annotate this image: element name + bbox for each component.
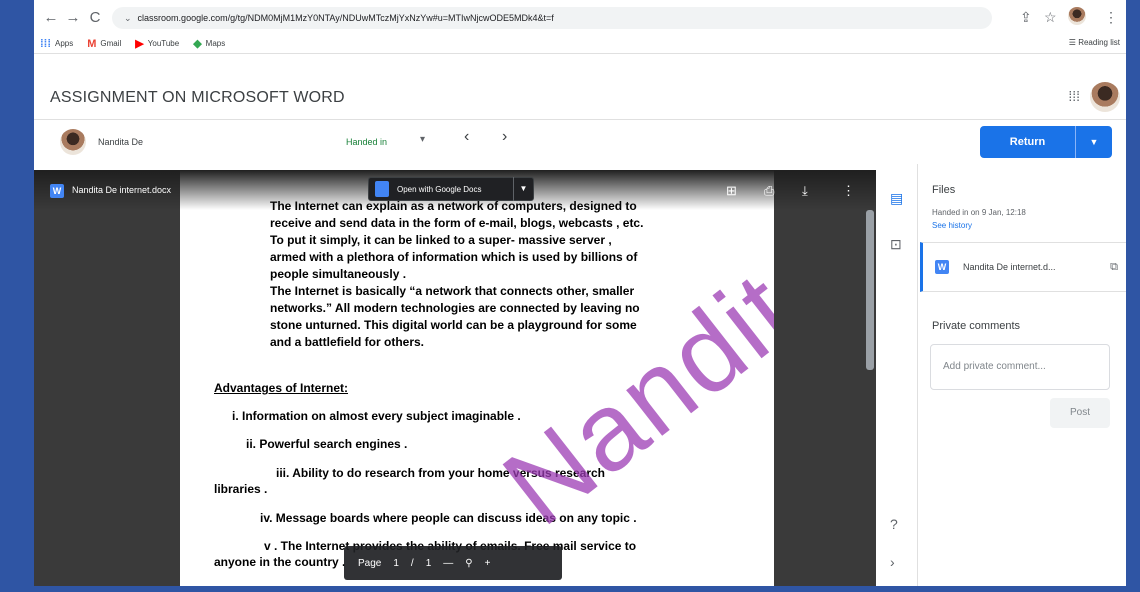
bookmark-star-icon[interactable]: ☆ (1044, 9, 1057, 26)
student-bar: Nandita De Handed in ▾ ‹ › Return ▼ (34, 120, 1126, 164)
bookmark-apps[interactable]: ⁞⁞⁞ Apps (40, 38, 73, 50)
page-label: Page (358, 557, 382, 569)
page-total: 1 (425, 557, 432, 569)
comments-tab-icon[interactable]: ⊡ (890, 236, 902, 253)
browser-window: ← → C ⌄ classroom.google.com/g/tg/NDM0MjM… (34, 0, 1126, 586)
google-docs-icon (375, 181, 389, 197)
account-avatar[interactable] (1090, 82, 1120, 112)
bookmarks-bar: ⁞⁞⁞ Apps M Gmail ▶ YouTube ◆ Maps ☰ Reading … (34, 34, 1126, 54)
private-comment-input[interactable]: Add private comment... (930, 344, 1110, 390)
list-item: libraries . (214, 482, 268, 496)
status-badge: Handed in (346, 137, 388, 147)
help-icon[interactable]: ? (890, 516, 898, 532)
download-icon[interactable]: ⤓ (802, 183, 808, 199)
private-comments-title: Private comments (932, 320, 1021, 332)
files-title: Files (932, 184, 956, 196)
bookmark-youtube[interactable]: ▶ YouTube (135, 37, 179, 50)
google-apps-icon[interactable]: ⁞⁞⁞ (1068, 88, 1080, 104)
reading-list-button[interactable]: ☰ Reading list (1069, 38, 1120, 47)
next-student-button[interactable]: › (502, 128, 507, 146)
open-with-dropdown-icon[interactable]: ▼ (513, 177, 533, 201)
list-item: anyone in the country . (214, 555, 346, 569)
previous-student-button[interactable]: ‹ (464, 128, 469, 146)
youtube-icon: ▶ (135, 38, 144, 50)
reload-icon[interactable]: C (84, 9, 106, 26)
files-panel: Files Handed in on 9 Jan, 12:18 See hist… (918, 164, 1126, 586)
paragraph-2: The Internet is basically “a network tha… (270, 284, 640, 349)
page-title: ASSIGNMENT ON MICROSOFT WORD (50, 89, 345, 106)
bookmark-maps[interactable]: ◆ Maps (193, 37, 225, 50)
forward-arrow-icon[interactable]: → (62, 9, 84, 26)
side-rail: ▤ ⊡ ? › (876, 164, 918, 586)
document-page[interactable]: The Internet can explain as a network of… (180, 170, 774, 586)
bookmark-gmail[interactable]: M Gmail (87, 38, 121, 50)
add-shortcut-icon[interactable]: ⊞ (726, 183, 737, 199)
post-button[interactable]: Post (1050, 398, 1110, 428)
return-button[interactable]: Return (980, 126, 1076, 158)
student-avatar (60, 129, 86, 155)
expand-chevron-icon[interactable]: › (890, 554, 895, 570)
zoom-search-icon[interactable]: ⚲ (465, 558, 472, 569)
page-navigator: Page 1 / 1 — ⚲ + (344, 546, 562, 580)
print-icon[interactable]: ⎙ (764, 183, 774, 199)
open-with-docs-button[interactable]: Open with Google Docs ▼ (368, 177, 534, 201)
return-button-group: Return ▼ (980, 126, 1112, 158)
zoom-out-icon[interactable]: — (443, 558, 453, 569)
list-item: i. Information on almost every subject i… (232, 409, 521, 423)
url-text: classroom.google.com/g/tg/NDM0MjM1MzY0NT… (137, 13, 554, 23)
zoom-in-icon[interactable]: + (485, 558, 491, 569)
viewer-scrollbar[interactable] (866, 210, 874, 370)
files-tab-icon[interactable]: ▤ (890, 190, 903, 207)
word-file-icon: W (50, 184, 64, 198)
viewer-file-name: Nandita De internet.docx (72, 185, 172, 195)
gmail-icon: M (87, 37, 97, 50)
advantages-heading: Advantages of Internet: (214, 381, 349, 395)
chevron-down-icon[interactable]: ▾ (420, 134, 425, 145)
share-icon[interactable]: ⇪ (1020, 9, 1032, 26)
maps-icon: ◆ (193, 38, 202, 50)
apps-grid-icon: ⁞⁞⁞ (40, 37, 51, 50)
browser-menu-icon[interactable]: ⋮ (1104, 9, 1118, 26)
address-bar[interactable]: ⌄ classroom.google.com/g/tg/NDM0MjM1MzY0N… (112, 7, 992, 29)
paragraph-1: The Internet can explain as a network of… (270, 199, 644, 281)
word-file-icon: W (935, 260, 949, 274)
page-current: 1 (393, 557, 399, 569)
student-selector[interactable]: Nandita De Handed in ▾ (46, 124, 576, 160)
attached-file[interactable]: W Nandita De internet.d... ⧉ (920, 242, 1126, 292)
attached-file-name: Nandita De internet.d... (963, 262, 1056, 272)
viewer-more-icon[interactable]: ⋮ (842, 183, 855, 199)
handed-in-timestamp: Handed in on 9 Jan, 12:18 (932, 208, 1026, 217)
return-dropdown-icon[interactable]: ▼ (1076, 137, 1112, 147)
document-viewer: The Internet can explain as a network of… (34, 170, 876, 586)
open-external-icon[interactable]: ⧉ (1110, 261, 1118, 274)
profile-avatar[interactable] (1068, 7, 1086, 25)
list-item: ii. Powerful search engines . (246, 437, 408, 451)
student-name: Nandita De (98, 137, 144, 147)
back-arrow-icon[interactable]: ← (40, 9, 62, 26)
page-separator: / (410, 557, 414, 569)
see-history-link[interactable]: See history (932, 221, 972, 230)
site-info-icon[interactable]: ⌄ (124, 13, 132, 23)
classroom-header: ASSIGNMENT ON MICROSOFT WORD ⁞⁞⁞ (34, 54, 1126, 120)
